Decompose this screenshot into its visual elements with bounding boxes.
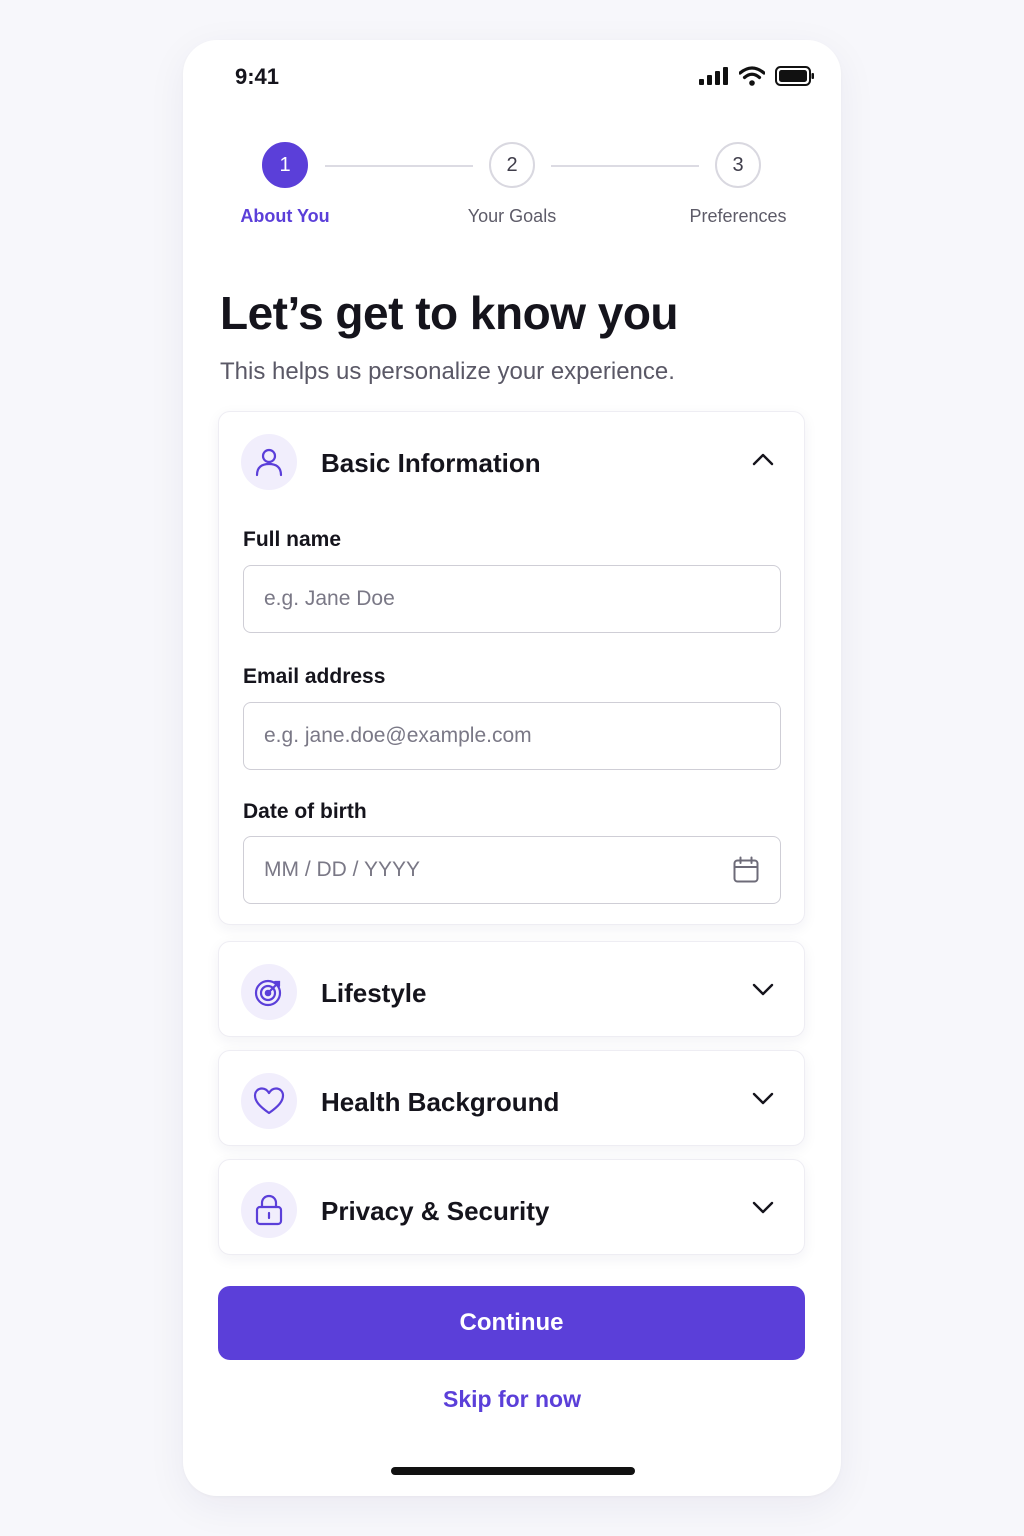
lifestyle-card[interactable]: Lifestyle — [218, 941, 805, 1037]
dob-label: Date of birth — [243, 800, 367, 823]
lock-icon — [241, 1182, 297, 1238]
step-label: About You — [240, 206, 330, 226]
full-name-input[interactable] — [243, 565, 781, 633]
email-input[interactable] — [243, 702, 781, 770]
chevron-down-icon[interactable] — [752, 1200, 774, 1214]
continue-button[interactable]: Continue — [218, 1286, 805, 1360]
step-your-goals[interactable]: 2 Your Goals — [432, 142, 592, 227]
phone-screen: 9:41 1 About You 2 Your Goals 3 Preferen… — [183, 40, 841, 1496]
signal-icon — [699, 67, 728, 85]
chevron-down-icon[interactable] — [752, 982, 774, 996]
basic-information-card: Basic Information Full name Email addres… — [218, 411, 805, 925]
step-label: Your Goals — [467, 206, 557, 226]
skip-for-now-link[interactable]: Skip for now — [183, 1386, 841, 1413]
step-about-you[interactable]: 1 About You — [205, 142, 365, 227]
home-indicator — [391, 1467, 635, 1475]
chevron-down-icon[interactable] — [752, 1091, 774, 1105]
step-number: 3 — [715, 142, 761, 188]
step-label: Preferences — [689, 206, 787, 226]
page-title: Let’s get to know you — [220, 287, 679, 339]
health-background-header[interactable]: Health Background — [219, 1051, 804, 1147]
full-name-label: Full name — [243, 528, 342, 551]
progress-stepper: 1 About You 2 Your Goals 3 Preferences — [183, 142, 841, 242]
privacy-security-card[interactable]: Privacy & Security — [218, 1159, 805, 1255]
chevron-up-icon[interactable] — [752, 452, 774, 466]
calendar-icon[interactable] — [732, 856, 760, 884]
status-time: 9:41 — [235, 64, 280, 89]
dob-input[interactable] — [243, 836, 781, 904]
basic-information-header[interactable]: Basic Information — [219, 412, 804, 508]
card-title: Basic Information — [321, 448, 541, 478]
card-title: Privacy & Security — [321, 1196, 550, 1226]
card-title: Health Background — [321, 1087, 560, 1117]
page-subtitle: This helps us personalize your experienc… — [220, 358, 675, 385]
battery-icon — [775, 66, 814, 86]
health-background-card[interactable]: Health Background — [218, 1050, 805, 1146]
step-number: 1 — [262, 142, 308, 188]
status-icons — [699, 66, 815, 86]
step-preferences[interactable]: 3 Preferences — [658, 142, 818, 227]
target-icon — [241, 964, 297, 1020]
step-number: 2 — [489, 142, 535, 188]
card-title: Lifestyle — [321, 978, 427, 1008]
heart-icon — [241, 1073, 297, 1129]
lifestyle-header[interactable]: Lifestyle — [219, 942, 804, 1038]
user-icon — [241, 434, 297, 490]
privacy-security-header[interactable]: Privacy & Security — [219, 1160, 804, 1256]
email-label: Email address — [243, 665, 386, 688]
wifi-icon — [739, 66, 765, 86]
